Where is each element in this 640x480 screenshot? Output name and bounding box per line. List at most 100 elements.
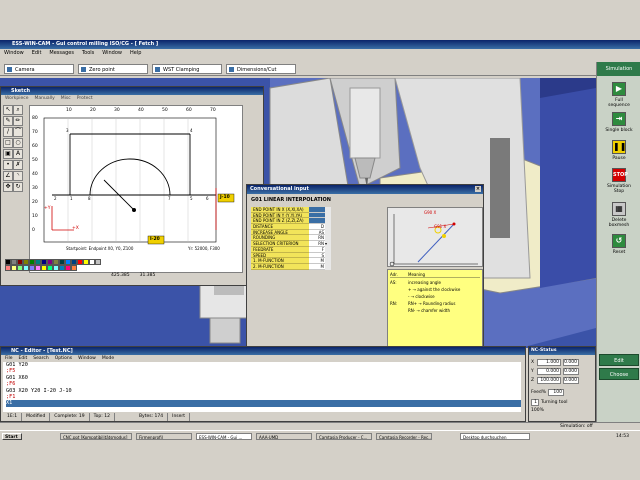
task-item[interactable]: Camtasia Recorder - Rec...: [376, 433, 432, 440]
circle-tool-icon[interactable]: ○: [13, 138, 23, 148]
nc-editor-window: NC - Editor - [Test.NC] File Edit Search…: [0, 346, 526, 422]
editor-menu-search[interactable]: Search: [33, 355, 48, 362]
menu-item-window-2[interactable]: Window: [102, 49, 122, 57]
sketch-menu-workpiece[interactable]: Workpiece: [5, 95, 29, 103]
color-palette[interactable]: [5, 259, 103, 271]
move-tool-icon[interactable]: ✥: [3, 182, 13, 192]
nc-code-area[interactable]: G01 Y20 ;F5 G01 X60 ;F6 G03 X20 Y20 I-20…: [3, 362, 521, 412]
reset-icon: ↺: [612, 234, 626, 248]
i-param-label: I-20: [150, 237, 160, 242]
choose-button[interactable]: Choose: [599, 368, 639, 380]
x-tick: 10: [66, 108, 72, 113]
sketch-canvas[interactable]: 10 20 30 40 50 60 70 80 70 60 50 40 30 2…: [29, 105, 243, 273]
point-tool-icon[interactable]: •: [3, 160, 13, 170]
windows-taskbar: Start CNC.ppt [Kompatibilitätsmodus] Fir…: [0, 430, 640, 480]
delete-boxmesh-button[interactable]: ▦ Delete boxmesh: [605, 202, 633, 228]
task-item[interactable]: AAA-UMD: [256, 433, 312, 440]
editor-menu-file[interactable]: File: [5, 355, 13, 362]
tool-name: Turning tool: [541, 400, 568, 405]
tab-dimensions[interactable]: Dimensions/Cut: [226, 64, 296, 74]
tab-camera[interactable]: Camera: [4, 64, 74, 74]
feed-text: Yr: 52000, F300: [188, 246, 220, 251]
task-item-active[interactable]: ESS-WIN-CAM - Gui ...: [196, 433, 252, 440]
single-block-button[interactable]: ⇥ Single block: [605, 112, 633, 133]
editor-menu-bar: File Edit Search Options Window Mode: [1, 355, 525, 362]
editor-menu-edit[interactable]: Edit: [19, 355, 28, 362]
point-label: 7: [168, 196, 171, 201]
full-sequence-button[interactable]: ▶ Full sequence: [605, 82, 633, 108]
app-menu-bar: Window Edit Messages Tools Window Help: [0, 49, 640, 57]
arc-tool-icon[interactable]: ⌒: [13, 127, 23, 137]
parameter-form: END POINT IN X (X,XI,XA) END POINT IN Y …: [251, 207, 381, 270]
point-label: 8: [88, 196, 91, 201]
sketch-menu-protect[interactable]: Protect: [77, 95, 93, 103]
desktop-search-input[interactable]: Desktop durchsuchen: [460, 433, 530, 440]
rect-tool-icon[interactable]: □: [3, 138, 13, 148]
dialog-header: G01 LINEAR INTERPOLATION: [251, 197, 331, 203]
x-tick: 60: [186, 108, 192, 113]
menu-item-help[interactable]: Help: [130, 49, 141, 57]
camera-icon: [7, 67, 12, 72]
point-label: 6: [206, 196, 209, 201]
task-item[interactable]: Camtasia Producer - C...: [316, 433, 372, 440]
rotate-tool-icon[interactable]: ↻: [13, 182, 23, 192]
nc-status-panel: NC-Status X 1.000 0.000 Y 0.000 0.000 Z …: [528, 346, 596, 422]
y-tick: 20: [32, 200, 38, 205]
clamping-icon: [155, 67, 160, 72]
task-item[interactable]: Firmenprofil: [136, 433, 192, 440]
x-tick: 20: [90, 108, 96, 113]
fill-tool-icon[interactable]: ▣: [3, 149, 13, 159]
y-offset-field[interactable]: 0.000: [563, 368, 579, 375]
simulation-stop-button[interactable]: STOP Simulation Stop: [605, 168, 633, 194]
tool-number-field[interactable]: 1: [531, 399, 539, 406]
reset-button[interactable]: ↺ Reset: [605, 234, 633, 255]
y-tick: 60: [32, 144, 38, 149]
close-icon[interactable]: ×: [475, 186, 481, 192]
editor-menu-mode[interactable]: Mode: [102, 355, 114, 362]
pointer-tool-icon[interactable]: ↖: [3, 105, 13, 115]
round-tool-icon[interactable]: ◝: [13, 171, 23, 181]
menu-item-tools[interactable]: Tools: [82, 49, 94, 57]
brush-tool-icon[interactable]: ✏: [13, 116, 23, 126]
x-position-field[interactable]: 1.000: [537, 359, 561, 366]
editor-menu-window[interactable]: Window: [78, 355, 96, 362]
coord-y: 31.385: [139, 273, 156, 278]
clock: 14:53: [616, 434, 629, 439]
editor-menu-options[interactable]: Options: [55, 355, 72, 362]
sketch-title-bar: Sketch: [1, 87, 263, 95]
tool-row: 1 Turning tool: [531, 399, 567, 406]
menu-item-messages[interactable]: Messages: [49, 49, 74, 57]
delete-icon: ▦: [612, 202, 626, 216]
x-offset-field[interactable]: 0.000: [563, 359, 579, 366]
zoom-tool-icon[interactable]: ⌕: [13, 105, 23, 115]
sketch-menu-manually[interactable]: Manually: [35, 95, 55, 103]
app-statusbar: Simulation: off: [0, 422, 640, 430]
menu-item-window[interactable]: Window: [4, 49, 24, 57]
feed-field[interactable]: 100: [548, 389, 565, 396]
simulation-panel: Simulation ▶ Full sequence ⇥ Single bloc…: [596, 62, 640, 426]
pause-button[interactable]: ❚❚ Pause: [605, 140, 633, 161]
pencil-tool-icon[interactable]: ✎: [3, 116, 13, 126]
text-tool-icon[interactable]: A: [13, 149, 23, 159]
simulation-header: Simulation: [597, 62, 640, 76]
tab-clamping[interactable]: WST Clamping: [152, 64, 222, 74]
tab-zero-point[interactable]: Zero point: [78, 64, 148, 74]
erase-tool-icon[interactable]: ✗: [13, 160, 23, 170]
y-tick: 0: [32, 228, 35, 233]
y-position-field[interactable]: 0.000: [537, 368, 561, 375]
axis-row-y: Y 0.000 0.000: [531, 368, 579, 375]
menu-item-edit[interactable]: Edit: [32, 49, 42, 57]
code-line-selected[interactable]: X1: [6, 400, 521, 407]
m-function-2-field[interactable]: M: [309, 263, 325, 270]
chamfer-tool-icon[interactable]: ∠: [3, 171, 13, 181]
rate-row: 100%: [531, 408, 544, 413]
task-item[interactable]: CNC.ppt [Kompatibilitätsmodus]: [60, 433, 132, 440]
form-row[interactable]: 2. M-FUNCTION M: [251, 263, 381, 270]
start-button[interactable]: Start: [2, 433, 22, 440]
line-tool-icon[interactable]: /: [3, 127, 13, 137]
sketch-toolbar: ↖ ⌕ ✎ ✏ / ⌒ □ ○ ▣ A • ✗ ∠ ◝ ✥ ↻: [3, 105, 27, 193]
sketch-menu-misc[interactable]: Misc: [61, 95, 71, 103]
z-position-field[interactable]: 100.000: [537, 377, 561, 384]
z-offset-field[interactable]: 0.000: [563, 377, 579, 384]
edit-button[interactable]: Edit: [599, 354, 639, 366]
